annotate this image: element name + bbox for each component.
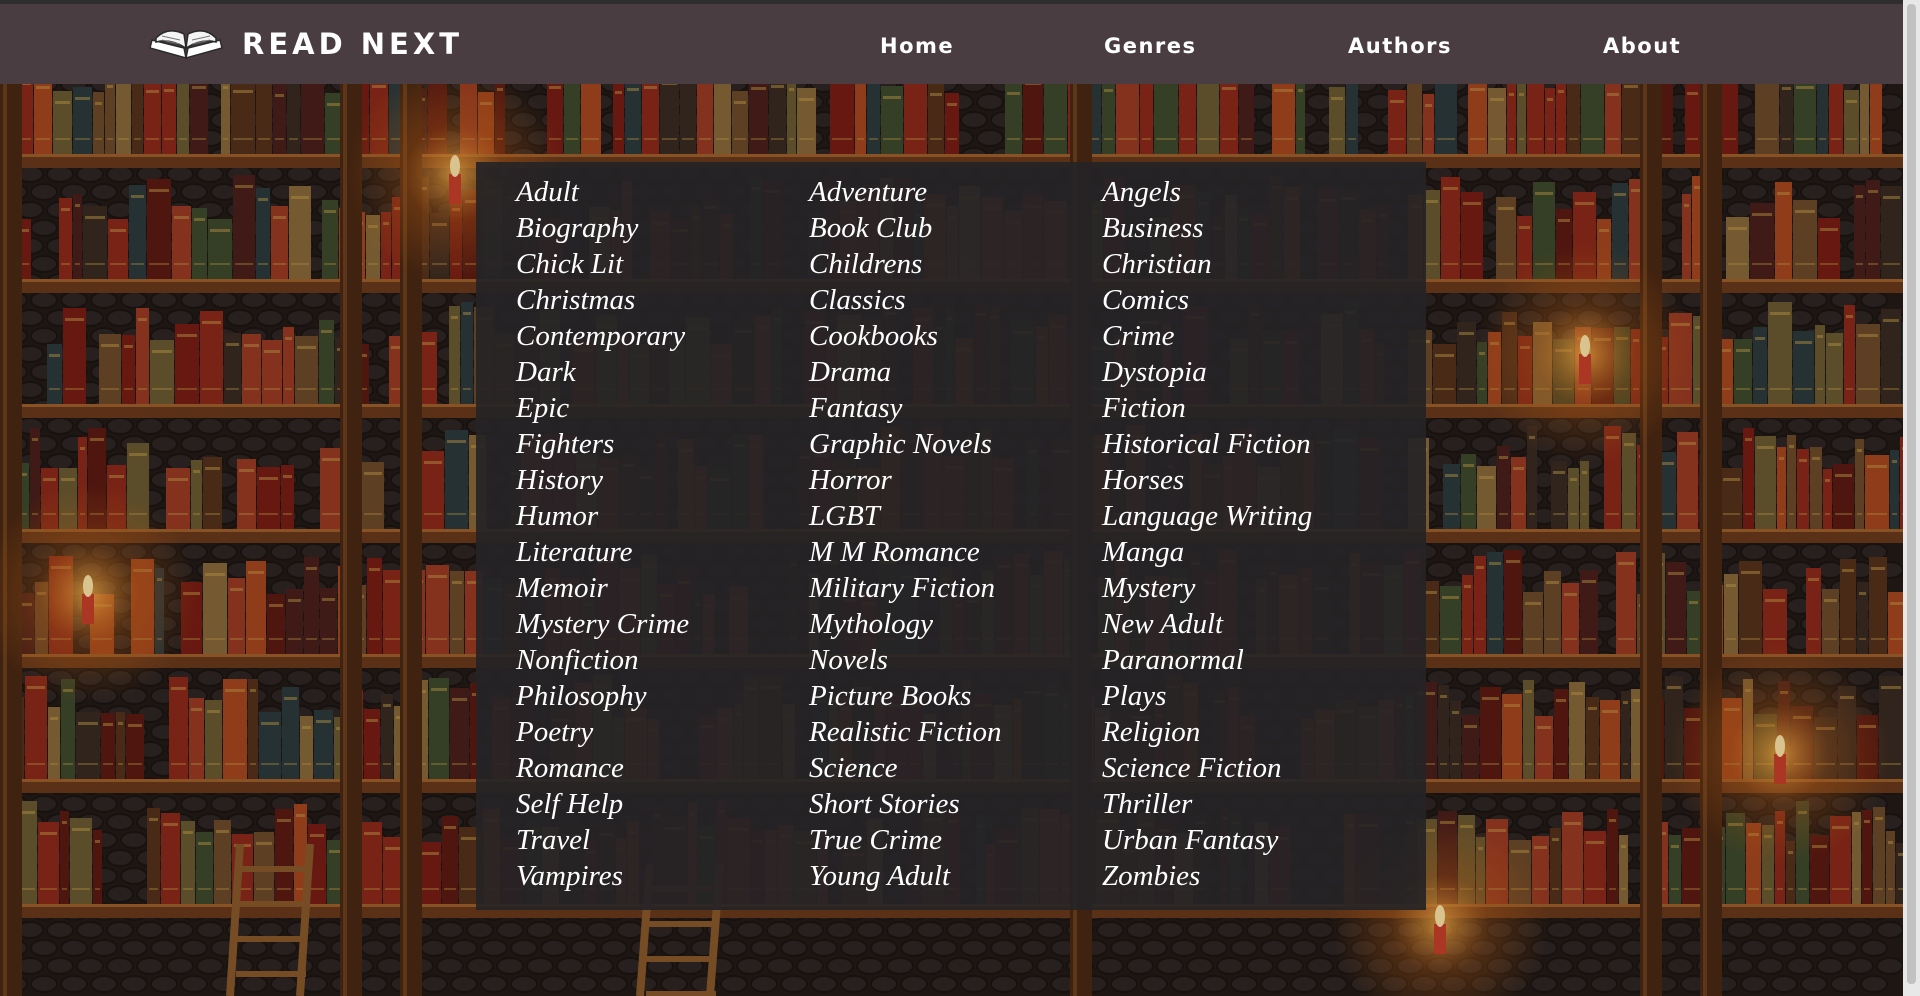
genre-link[interactable]: Dystopia bbox=[1102, 354, 1395, 390]
genre-link[interactable]: Biography bbox=[516, 210, 809, 246]
genre-link[interactable]: Philosophy bbox=[516, 678, 809, 714]
genre-link[interactable]: Adventure bbox=[809, 174, 1102, 210]
genre-link[interactable]: Crime bbox=[1102, 318, 1395, 354]
genre-link[interactable]: Nonfiction bbox=[516, 642, 809, 678]
genre-link[interactable]: Novels bbox=[809, 642, 1102, 678]
genre-link[interactable]: Dark bbox=[516, 354, 809, 390]
genre-link[interactable]: Graphic Novels bbox=[809, 426, 1102, 462]
genre-link[interactable]: True Crime bbox=[809, 822, 1102, 858]
genre-link[interactable]: Mystery bbox=[1102, 570, 1395, 606]
genre-link[interactable]: Poetry bbox=[516, 714, 809, 750]
genre-link[interactable]: Young Adult bbox=[809, 858, 1102, 894]
genre-link[interactable]: Adult bbox=[516, 174, 809, 210]
genre-link[interactable]: Thriller bbox=[1102, 786, 1395, 822]
genre-link[interactable]: Cookbooks bbox=[809, 318, 1102, 354]
genre-link[interactable]: Angels bbox=[1102, 174, 1395, 210]
genre-link[interactable]: Mystery Crime bbox=[516, 606, 809, 642]
genre-link[interactable]: Contemporary bbox=[516, 318, 809, 354]
open-book-icon bbox=[146, 22, 226, 67]
scrollbar-thumb[interactable] bbox=[1907, 4, 1916, 984]
genre-link[interactable]: Vampires bbox=[516, 858, 809, 894]
genre-link[interactable]: Christmas bbox=[516, 282, 809, 318]
brand-name: READ NEXT bbox=[242, 27, 463, 61]
genre-link[interactable]: Fiction bbox=[1102, 390, 1395, 426]
genre-link[interactable]: Drama bbox=[809, 354, 1102, 390]
genres-list: Adult Adventure Angels Biography Book Club Bu… bbox=[516, 174, 1395, 894]
genre-link[interactable]: Business bbox=[1102, 210, 1395, 246]
genre-link[interactable]: Historical Fiction bbox=[1102, 426, 1395, 462]
page: READ NEXT Home Genres Authors About Adul… bbox=[0, 0, 1920, 996]
genre-link[interactable]: M M Romance bbox=[809, 534, 1102, 570]
genre-link[interactable]: Horror bbox=[809, 462, 1102, 498]
genre-link[interactable]: Fantasy bbox=[809, 390, 1102, 426]
genre-link[interactable]: Literature bbox=[516, 534, 809, 570]
genre-link[interactable]: Horses bbox=[1102, 462, 1395, 498]
genre-link[interactable]: Book Club bbox=[809, 210, 1102, 246]
vertical-scrollbar[interactable] bbox=[1903, 0, 1920, 996]
genre-link[interactable]: Picture Books bbox=[809, 678, 1102, 714]
genre-link[interactable]: Urban Fantasy bbox=[1102, 822, 1395, 858]
genre-link[interactable]: LGBT bbox=[809, 498, 1102, 534]
nav-authors[interactable]: Authors bbox=[1348, 34, 1452, 58]
genre-link[interactable]: Self Help bbox=[516, 786, 809, 822]
genre-link[interactable]: Plays bbox=[1102, 678, 1395, 714]
genre-link[interactable]: Science Fiction bbox=[1102, 750, 1395, 786]
genre-link[interactable]: Memoir bbox=[516, 570, 809, 606]
nav-about[interactable]: About bbox=[1603, 34, 1681, 58]
genre-link[interactable]: Fighters bbox=[516, 426, 809, 462]
genre-link[interactable]: Classics bbox=[809, 282, 1102, 318]
genres-panel: Adult Adventure Angels Biography Book Club Bu… bbox=[476, 162, 1426, 910]
genre-link[interactable]: Science bbox=[809, 750, 1102, 786]
genre-link[interactable]: Epic bbox=[516, 390, 809, 426]
genre-link[interactable]: Chick Lit bbox=[516, 246, 809, 282]
genre-link[interactable]: Short Stories bbox=[809, 786, 1102, 822]
genre-link[interactable]: Mythology bbox=[809, 606, 1102, 642]
genre-link[interactable]: Travel bbox=[516, 822, 809, 858]
genre-link[interactable]: Manga bbox=[1102, 534, 1395, 570]
genre-link[interactable]: Paranormal bbox=[1102, 642, 1395, 678]
top-navbar: READ NEXT Home Genres Authors About bbox=[0, 0, 1903, 84]
nav-genres[interactable]: Genres bbox=[1104, 34, 1197, 58]
brand[interactable]: READ NEXT bbox=[146, 22, 463, 66]
genre-link[interactable]: Childrens bbox=[809, 246, 1102, 282]
genre-link[interactable]: Romance bbox=[516, 750, 809, 786]
genre-link[interactable]: Realistic Fiction bbox=[809, 714, 1102, 750]
genre-link[interactable]: Humor bbox=[516, 498, 809, 534]
genre-link[interactable]: Military Fiction bbox=[809, 570, 1102, 606]
genre-link[interactable]: Zombies bbox=[1102, 858, 1395, 894]
genre-link[interactable]: New Adult bbox=[1102, 606, 1395, 642]
genre-link[interactable]: Christian bbox=[1102, 246, 1395, 282]
genre-link[interactable]: Religion bbox=[1102, 714, 1395, 750]
genre-link[interactable]: History bbox=[516, 462, 809, 498]
genre-link[interactable]: Language Writing bbox=[1102, 498, 1395, 534]
nav-home[interactable]: Home bbox=[880, 34, 954, 58]
genre-link[interactable]: Comics bbox=[1102, 282, 1395, 318]
